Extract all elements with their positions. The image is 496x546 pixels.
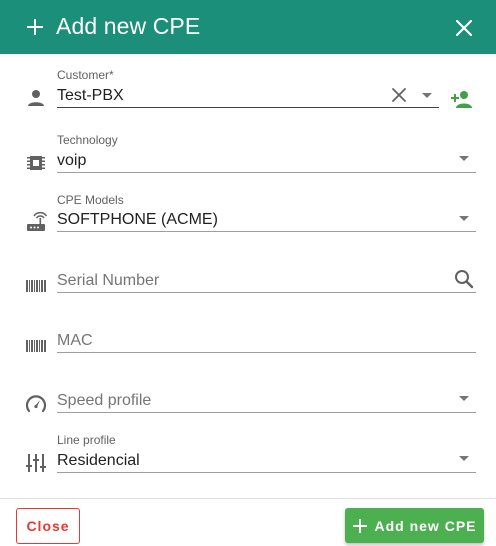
- dialog-body: Customer* Test-PBX Technology voip CPE M…: [0, 54, 496, 498]
- chevron-down-icon[interactable]: [422, 93, 432, 98]
- plus-icon: [27, 19, 43, 35]
- speed-profile-placeholder: Speed profile: [57, 392, 152, 409]
- speed-gauge-icon: [25, 395, 47, 413]
- chevron-down-icon[interactable]: [459, 456, 469, 461]
- person-icon: [28, 90, 44, 106]
- cpe-models-select[interactable]: CPE Models SOFTPHONE (ACME): [57, 184, 476, 240]
- cpe-models-row: CPE Models SOFTPHONE (ACME): [0, 184, 496, 244]
- chevron-down-icon[interactable]: [459, 156, 469, 161]
- line-profile-select[interactable]: Line profile Residencial: [57, 424, 476, 480]
- line-profile-value[interactable]: Residencial: [57, 452, 140, 470]
- close-button[interactable]: Close: [16, 508, 80, 544]
- cpe-models-label: CPE Models: [57, 193, 124, 207]
- clear-icon[interactable]: [390, 86, 408, 104]
- customer-field[interactable]: Customer* Test-PBX: [57, 54, 439, 110]
- technology-label: Technology: [57, 133, 118, 147]
- serial-number-input[interactable]: Serial Number: [57, 244, 476, 300]
- speed-profile-row: Speed profile: [0, 364, 496, 424]
- close-icon[interactable]: [452, 16, 476, 40]
- technology-row: Technology voip: [0, 124, 496, 184]
- speed-profile-underline: [57, 412, 476, 413]
- chevron-down-icon[interactable]: [459, 396, 469, 401]
- line-profile-row: Line profile Residencial: [0, 424, 496, 484]
- mac-placeholder: MAC: [57, 332, 93, 349]
- barcode-icon: [26, 280, 46, 292]
- memory-chip-icon: [27, 156, 45, 170]
- technology-underline: [57, 172, 476, 173]
- serial-number-row: Serial Number: [0, 244, 496, 304]
- router-icon: [27, 211, 48, 231]
- mac-input[interactable]: MAC: [57, 304, 476, 360]
- technology-select[interactable]: Technology voip: [57, 124, 476, 180]
- cpe-models-underline: [57, 231, 476, 232]
- mac-row: MAC: [0, 304, 496, 364]
- add-new-cpe-label: Add new CPE: [374, 517, 477, 534]
- dialog-title: Add new CPE: [56, 13, 201, 39]
- add-new-cpe-button[interactable]: Add new CPE: [345, 508, 484, 543]
- serial-number-placeholder: Serial Number: [57, 272, 160, 289]
- customer-value[interactable]: Test-PBX: [57, 87, 124, 105]
- tune-icon: [26, 454, 46, 472]
- customer-label: Customer*: [57, 68, 114, 82]
- speed-profile-select[interactable]: Speed profile: [57, 364, 476, 420]
- chevron-down-icon[interactable]: [459, 216, 469, 221]
- line-profile-label: Line profile: [57, 433, 116, 447]
- line-profile-underline: [57, 472, 476, 473]
- customer-row: Customer* Test-PBX: [0, 54, 496, 124]
- barcode-icon: [26, 340, 46, 352]
- plus-icon: [353, 518, 368, 533]
- technology-value[interactable]: voip: [57, 152, 86, 170]
- cpe-models-value[interactable]: SOFTPHONE (ACME): [57, 211, 218, 229]
- dialog-footer: Close Add new CPE: [0, 498, 496, 546]
- customer-underline: [57, 107, 439, 108]
- serial-number-underline: [57, 292, 476, 293]
- search-icon[interactable]: [453, 268, 475, 290]
- dialog-header: Add new CPE: [0, 0, 496, 54]
- person-add-icon[interactable]: [450, 88, 474, 110]
- mac-underline: [57, 352, 476, 353]
